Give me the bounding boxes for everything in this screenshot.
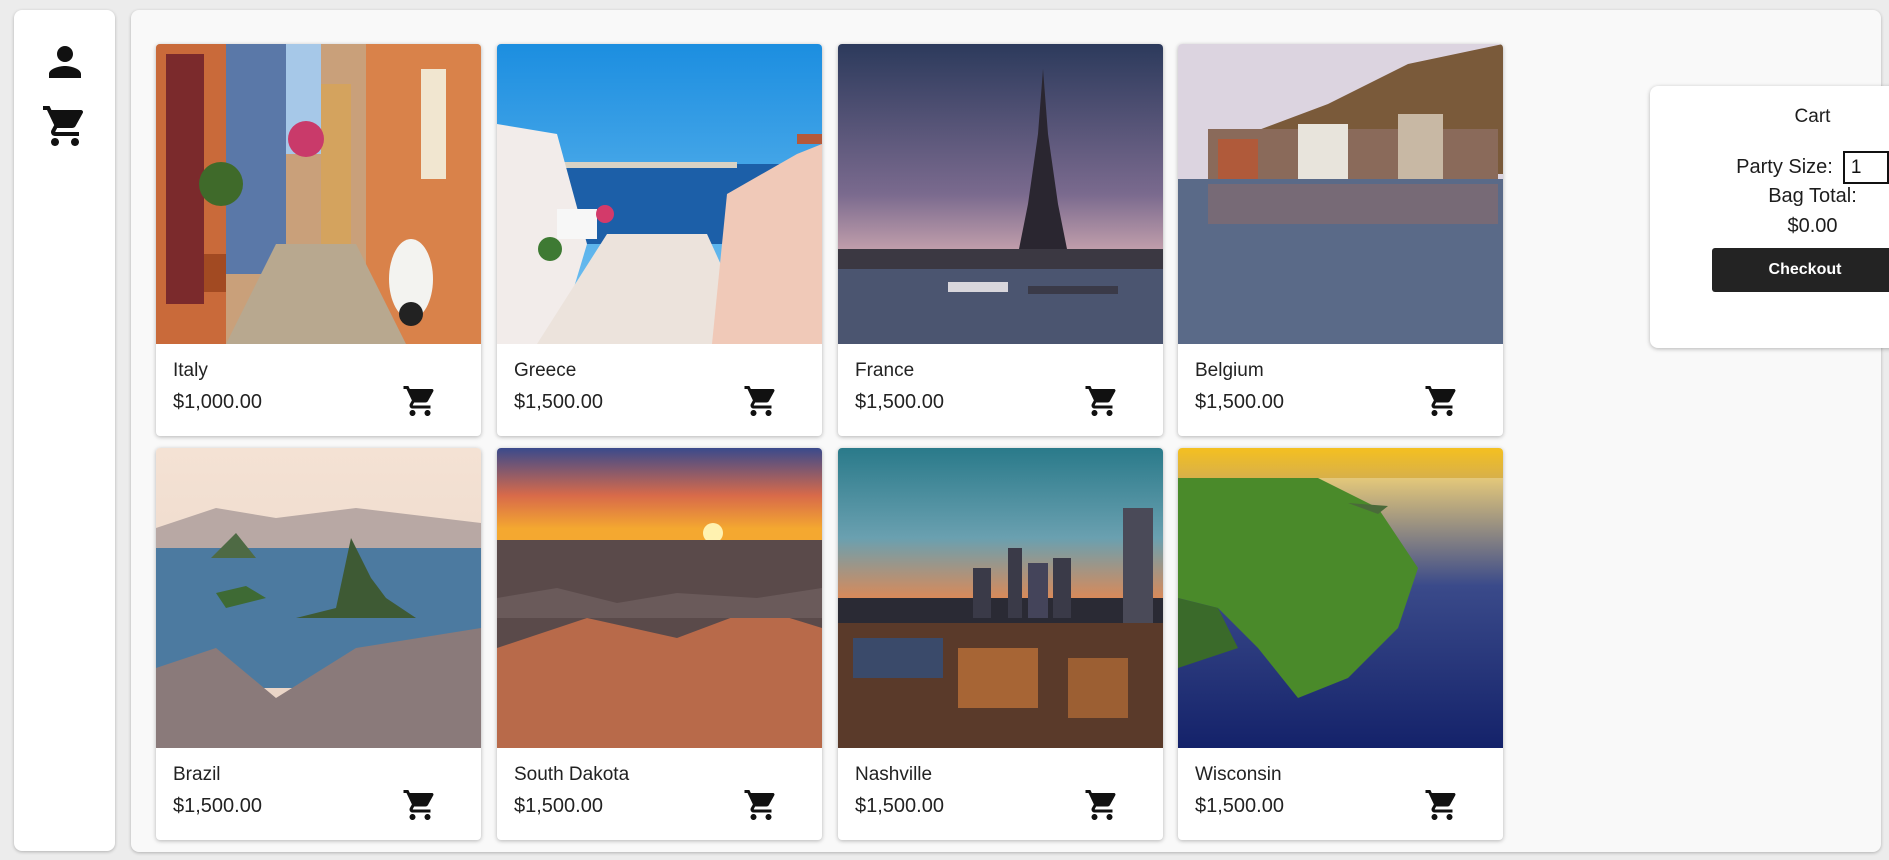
product-card-wisconsin[interactable]: Wisconsin $1,500.00 <box>1178 448 1503 840</box>
product-card-italy[interactable]: Italy $1,000.00 <box>156 44 481 436</box>
product-price: $1,500.00 <box>514 795 603 817</box>
belgium-photo <box>1178 44 1503 344</box>
product-card-belgium[interactable]: Belgium $1,500.00 <box>1178 44 1503 436</box>
product-name: France <box>855 360 915 381</box>
italy-photo <box>156 44 481 344</box>
france-photo <box>838 44 1163 344</box>
product-price: $1,500.00 <box>1195 795 1284 817</box>
bag-total-label: Bag Total: <box>1768 185 1857 207</box>
sidebar <box>14 10 115 851</box>
add-to-cart-icon[interactable] <box>1084 787 1120 823</box>
south-dakota-photo <box>497 448 822 748</box>
brazil-photo <box>156 448 481 748</box>
main-panel: Italy $1,000.00 Greece $1,500.00 France … <box>131 10 1889 852</box>
product-name: Italy <box>173 360 208 381</box>
add-to-cart-icon[interactable] <box>1084 383 1120 419</box>
person-icon[interactable] <box>41 38 89 86</box>
add-to-cart-icon[interactable] <box>743 787 779 823</box>
product-price: $1,000.00 <box>173 391 262 413</box>
product-price: $1,500.00 <box>855 391 944 413</box>
party-size-input[interactable] <box>1842 151 1889 184</box>
product-card-nashville[interactable]: Nashville $1,500.00 <box>838 448 1163 840</box>
add-to-cart-icon[interactable] <box>402 383 438 419</box>
add-to-cart-icon[interactable] <box>1424 787 1460 823</box>
product-price: $1,500.00 <box>1195 391 1284 413</box>
bag-total-value: $0.00 <box>1787 215 1838 237</box>
add-to-cart-icon[interactable] <box>1424 383 1460 419</box>
add-to-cart-icon[interactable] <box>743 383 779 419</box>
product-price: $1,500.00 <box>855 795 944 817</box>
product-name: Belgium <box>1195 360 1264 381</box>
cart-title: Cart <box>1794 106 1831 127</box>
shopping-cart-icon[interactable] <box>41 102 89 150</box>
checkout-button[interactable]: Checkout <box>1712 248 1889 292</box>
party-size-label: Party Size: <box>1736 156 1833 178</box>
product-name: Greece <box>514 360 577 381</box>
product-card-south-dakota[interactable]: South Dakota $1,500.00 <box>497 448 822 840</box>
product-name: Brazil <box>173 764 221 785</box>
party-size-row: Party Size: <box>1650 151 1889 184</box>
wisconsin-photo <box>1178 448 1503 748</box>
product-price: $1,500.00 <box>173 795 262 817</box>
nashville-photo <box>838 448 1163 748</box>
product-name: Wisconsin <box>1195 764 1282 785</box>
greece-photo <box>497 44 822 344</box>
product-card-brazil[interactable]: Brazil $1,500.00 <box>156 448 481 840</box>
cart-panel: Cart Party Size: Bag Total: $0.00 Checko… <box>1650 86 1889 348</box>
product-name: Nashville <box>855 764 933 785</box>
product-price: $1,500.00 <box>514 391 603 413</box>
product-card-france[interactable]: France $1,500.00 <box>838 44 1163 436</box>
product-name: South Dakota <box>514 764 630 785</box>
product-card-greece[interactable]: Greece $1,500.00 <box>497 44 822 436</box>
add-to-cart-icon[interactable] <box>402 787 438 823</box>
